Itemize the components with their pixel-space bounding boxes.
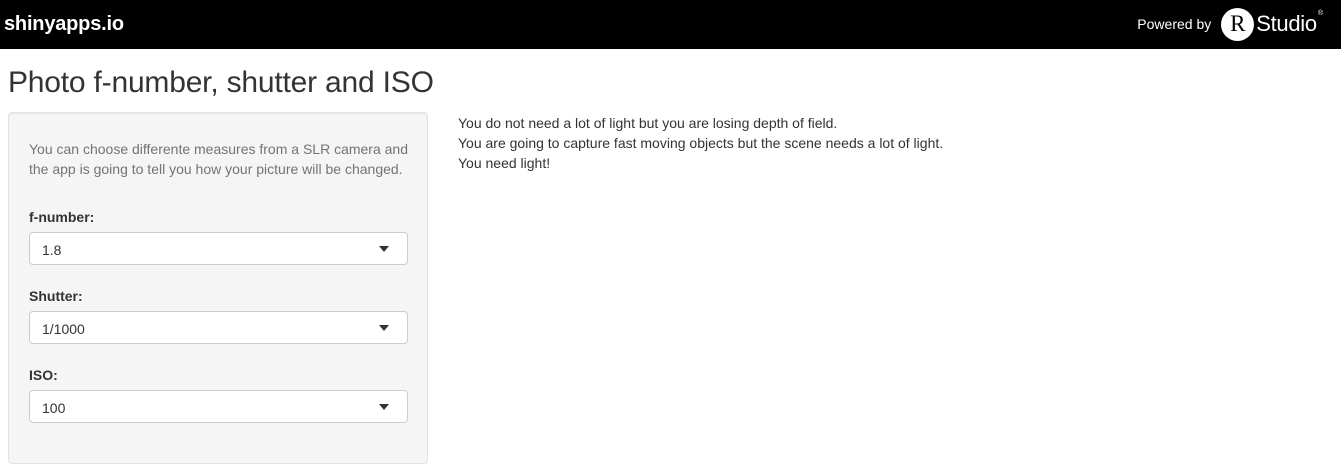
chevron-down-icon (379, 246, 389, 252)
help-text: You can choose differente measures from … (29, 141, 408, 177)
iso-selected-value: 100 (42, 400, 66, 416)
fnumber-select[interactable]: 1.8 (29, 232, 408, 265)
brand-link[interactable]: shinyapps.io (4, 13, 124, 36)
rstudio-name: Studio (1256, 11, 1317, 36)
fnumber-label: f-number: (29, 209, 95, 225)
output-line-shutter: You are going to capture fast moving obj… (458, 135, 944, 151)
chevron-down-icon (379, 325, 389, 331)
iso-label: ISO: (29, 367, 58, 383)
output-panel: You do not need a lot of light but you a… (458, 113, 943, 173)
shutter-selected-value: 1/1000 (42, 321, 85, 337)
chevron-down-icon (379, 404, 389, 410)
output-line-iso: You need light! (458, 155, 551, 171)
iso-select[interactable]: 100 (29, 390, 408, 423)
rstudio-r-logo-icon: R (1221, 7, 1255, 41)
page-title: Photo f-number, shutter and ISO (8, 66, 434, 99)
powered-by-rstudio[interactable]: Powered by R Studio ® (1137, 7, 1323, 41)
fnumber-selected-value: 1.8 (42, 242, 62, 258)
sidebar-panel: You can choose differente measures from … (8, 112, 428, 464)
registered-mark: ® (1317, 10, 1323, 17)
output-line-aperture: You do not need a lot of light but you a… (458, 115, 838, 131)
shutter-label: Shutter: (29, 288, 83, 304)
shutter-select[interactable]: 1/1000 (29, 311, 408, 344)
top-navbar: shinyapps.io Powered by R Studio ® (0, 0, 1341, 49)
powered-by-label: Powered by (1137, 16, 1212, 32)
